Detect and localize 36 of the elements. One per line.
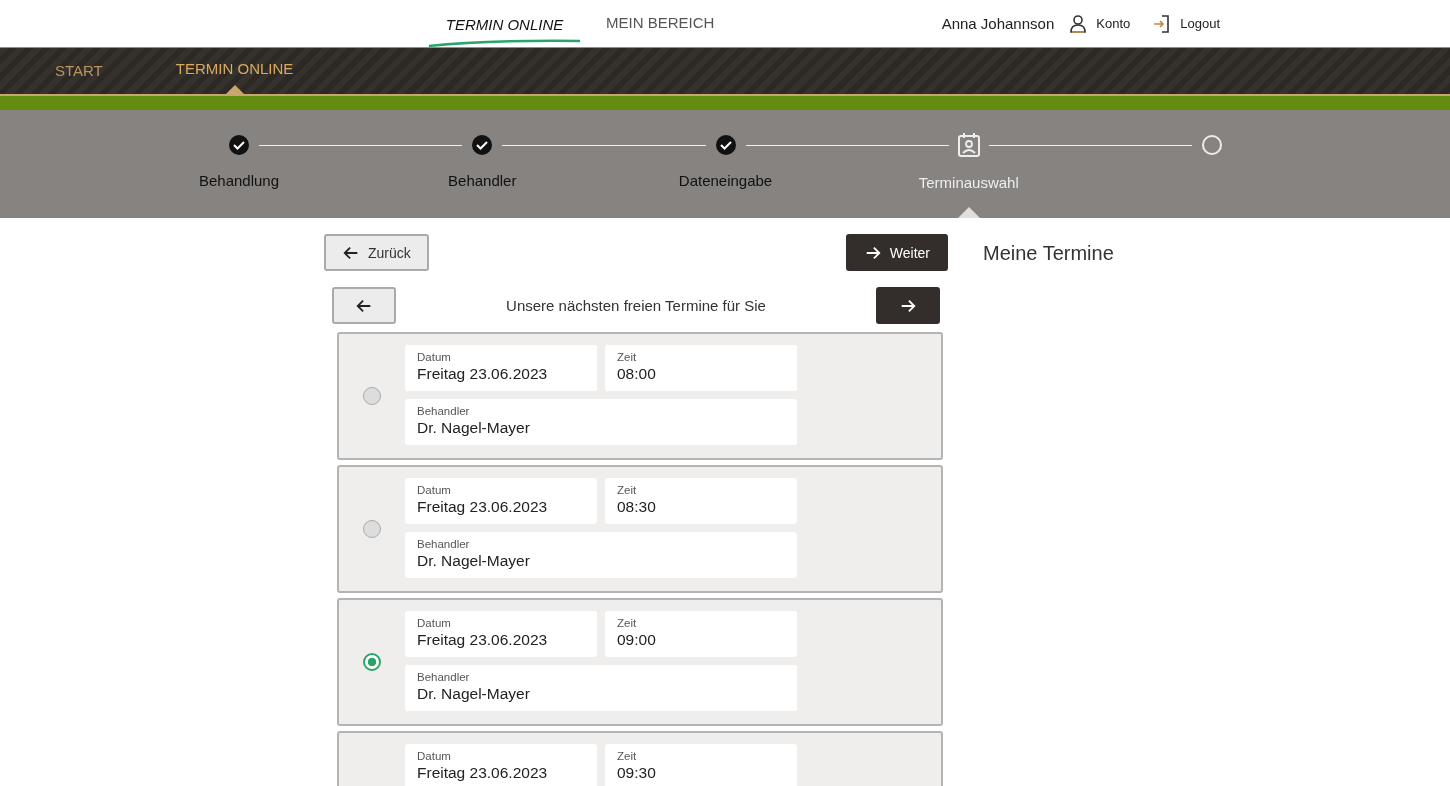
radio-button[interactable] [363, 387, 381, 405]
nav-tab[interactable]: TERMIN ONLINE [427, 0, 582, 47]
back-button[interactable]: Zurück [324, 234, 429, 271]
side-heading: Meine Termine [983, 242, 1114, 265]
step-label: Behandler [448, 172, 517, 189]
person-icon[interactable] [1068, 13, 1089, 34]
nav-tab[interactable]: MEIN BEREICH [606, 0, 715, 47]
slot-card[interactable]: Datum Freitag 23.06.2023 Zeit 08:00 Behandler Dr. Nagel-Mayer [337, 332, 943, 460]
date-field: Datum Freitag 23.06.2023 [405, 744, 597, 786]
user-name: Anna Johannson [941, 15, 1055, 32]
radio-button[interactable] [363, 520, 381, 538]
date-field: Datum Freitag 23.06.2023 [405, 611, 597, 657]
pointer-marker [957, 207, 980, 218]
forward-button[interactable] [876, 287, 940, 324]
slot-card[interactable]: Datum Freitag 23.06.2023 Zeit 09:30 [337, 731, 943, 786]
account-link[interactable]: Konto [1096, 16, 1131, 31]
doctor-field: Behandler Dr. Nagel-Mayer [405, 532, 797, 578]
doctor-field: Behandler Dr. Nagel-Mayer [405, 399, 797, 445]
slots-heading: Unsere nächsten freien Termine für Sie [506, 297, 766, 314]
date-field: Datum Freitag 23.06.2023 [405, 478, 597, 524]
breadcrumb-tab[interactable]: START [55, 48, 103, 94]
time-field: Zeit 09:30 [605, 744, 797, 786]
time-field: Zeit 09:00 [605, 611, 797, 657]
slot-card[interactable]: Datum Freitag 23.06.2023 Zeit 09:00 Behandler Dr. Nagel-Mayer [337, 598, 943, 726]
next-button[interactable]: Weiter [845, 234, 948, 271]
slot-card[interactable]: Datum Freitag 23.06.2023 Zeit 08:30 Behandler Dr. Nagel-Mayer [337, 465, 943, 593]
time-field: Zeit 08:00 [605, 345, 797, 391]
radio-button[interactable] [363, 653, 381, 671]
step-label: Dateneingabe [678, 172, 773, 189]
time-field: Zeit 08:30 [605, 478, 797, 524]
step-label: Terminauswahl [918, 174, 1019, 191]
step-label: Behandlung [198, 172, 280, 189]
doctor-field: Behandler Dr. Nagel-Mayer [405, 665, 797, 711]
previous-button[interactable] [332, 287, 396, 324]
date-field: Datum Freitag 23.06.2023 [405, 345, 597, 391]
logout-link[interactable]: Logout [1180, 16, 1220, 31]
